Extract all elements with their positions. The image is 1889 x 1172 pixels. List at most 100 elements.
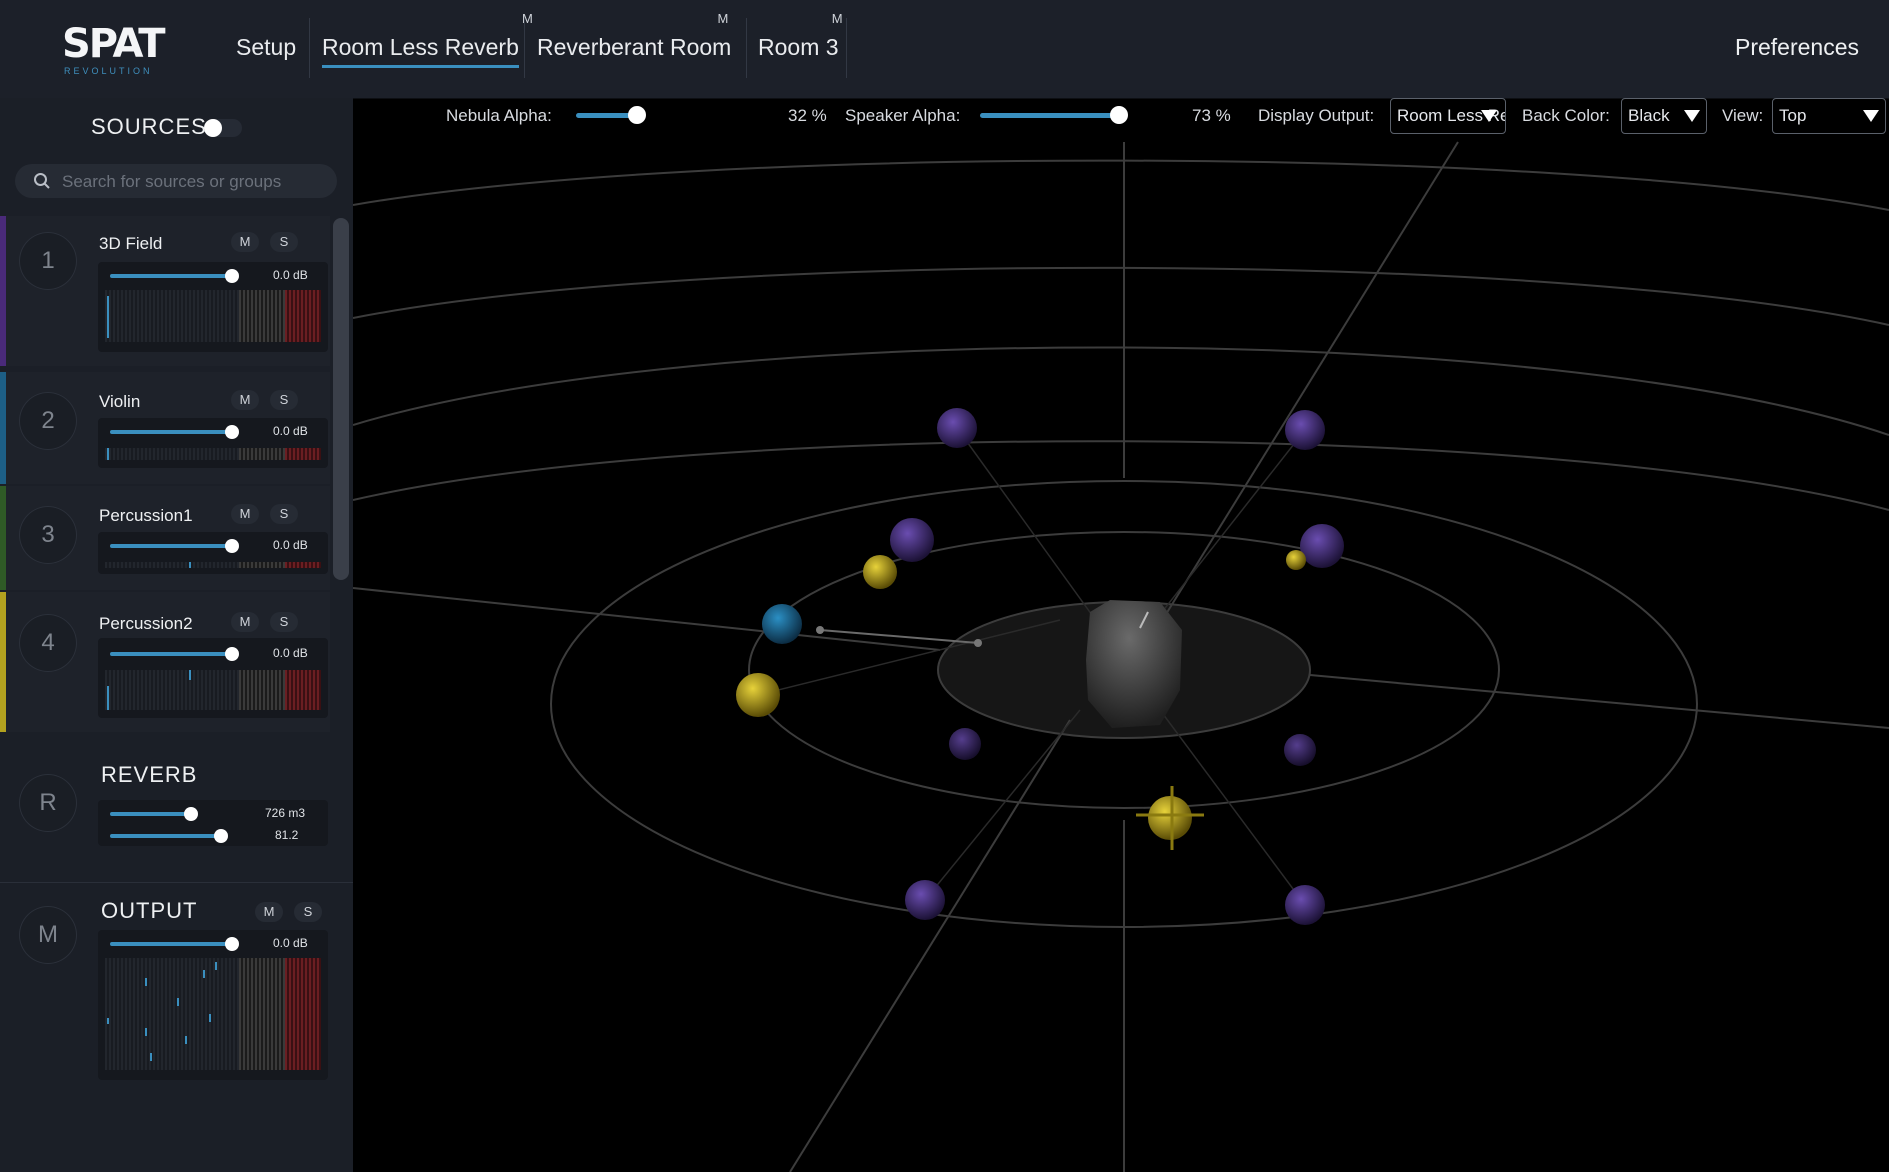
- mute-button[interactable]: M: [231, 232, 259, 252]
- level-meter: [105, 290, 321, 342]
- gain-slider-thumb[interactable]: [225, 539, 239, 553]
- output-gain-thumb[interactable]: [225, 937, 239, 951]
- source-color-strip: [0, 592, 6, 732]
- output-section: M OUTPUT M S 0.0 dB: [0, 884, 330, 1172]
- source-item-percussion1[interactable]: 3 Percussion1 M S 0.0 dB: [0, 486, 330, 590]
- speaker-icon[interactable]: [949, 728, 981, 760]
- tab-label: Room 3: [758, 34, 839, 60]
- solo-button[interactable]: S: [270, 504, 298, 524]
- speaker-icon[interactable]: [1285, 410, 1325, 450]
- source-violin-icon[interactable]: [762, 604, 802, 644]
- source-item-percussion2[interactable]: 4 Percussion2 M S 0.0 dB: [0, 592, 330, 732]
- gain-value: 0.0 dB: [273, 424, 308, 438]
- reverb-title: REVERB: [101, 762, 198, 787]
- grid-arc: [353, 346, 1889, 436]
- solo-button[interactable]: S: [270, 612, 298, 632]
- gain-slider-thumb[interactable]: [225, 269, 239, 283]
- tab-divider: [846, 18, 847, 78]
- gain-slider-thumb[interactable]: [225, 425, 239, 439]
- meter-signal: [107, 1018, 109, 1024]
- gain-slider[interactable]: [110, 430, 230, 434]
- spatial-3d-viewport[interactable]: [353, 98, 1889, 1172]
- meter-signal: [203, 970, 205, 978]
- room-volume-value: 726 m3: [265, 806, 306, 820]
- logo-subtext: REVOLUTION: [64, 66, 153, 76]
- tab-mute-badge: M: [717, 11, 729, 26]
- spat-logo: SPAT REVOLUTION: [60, 22, 166, 78]
- source-handle[interactable]: [974, 639, 982, 647]
- meter-signal: [150, 1053, 152, 1061]
- source-item-violin[interactable]: 2 Violin M S 0.0 dB: [0, 372, 330, 484]
- output-level-panel: 0.0 dB: [98, 930, 328, 1080]
- grid-arc: [353, 266, 1889, 326]
- room-volume-slider[interactable]: [110, 812, 190, 816]
- source-number: 4: [19, 614, 77, 672]
- source-color-strip: [0, 372, 6, 484]
- source-percussion2-icon[interactable]: [736, 673, 780, 717]
- reverb-panel: 726 m3 81.2: [98, 800, 328, 846]
- meter-signal: [215, 962, 217, 970]
- reverb-density-thumb[interactable]: [214, 829, 228, 843]
- output-badge: M: [19, 906, 77, 964]
- solo-button[interactable]: S: [270, 390, 298, 410]
- toggle-knob: [204, 119, 222, 137]
- search-box[interactable]: [15, 164, 337, 198]
- output-gain-slider[interactable]: [110, 942, 230, 946]
- tab-label: Reverberant Room: [537, 34, 732, 60]
- tab-divider: [309, 18, 310, 78]
- search-icon: [34, 173, 50, 189]
- speaker-icon[interactable]: [937, 408, 977, 448]
- source-name: 3D Field: [99, 234, 163, 253]
- mute-button[interactable]: M: [231, 390, 259, 410]
- meter-signal: [107, 448, 109, 460]
- speaker-icon[interactable]: [1300, 524, 1344, 568]
- sources-toggle[interactable]: [204, 119, 242, 137]
- output-solo-button[interactable]: S: [294, 902, 322, 922]
- speaker-icon[interactable]: [905, 880, 945, 920]
- search-input[interactable]: [60, 168, 324, 196]
- sources-title: SOURCES: [91, 114, 207, 139]
- gain-slider[interactable]: [110, 544, 230, 548]
- meter-signal: [185, 1036, 187, 1044]
- preferences-button[interactable]: Preferences: [1735, 30, 1859, 64]
- speaker-icon[interactable]: [1285, 885, 1325, 925]
- gain-slider-thumb[interactable]: [225, 647, 239, 661]
- meter-signal: [145, 978, 147, 986]
- meter-clip-zone: [285, 290, 321, 342]
- room-volume-thumb[interactable]: [184, 807, 198, 821]
- source-handle[interactable]: [816, 626, 824, 634]
- solo-button[interactable]: S: [270, 232, 298, 252]
- reverb-badge: R: [19, 774, 77, 832]
- gain-slider[interactable]: [110, 274, 230, 278]
- source-name: Percussion1: [99, 506, 193, 525]
- tab-reverberant-room[interactable]: Reverberant Room M: [537, 11, 732, 70]
- meter-signal: [189, 670, 191, 680]
- source-color-strip: [0, 216, 6, 366]
- source-item-3d-field[interactable]: 1 3D Field M S 0.0 dB: [0, 216, 330, 366]
- source-level-panel: 0.0 dB: [98, 418, 328, 468]
- mute-button[interactable]: M: [231, 504, 259, 524]
- meter-signal: [177, 998, 179, 1006]
- tab-setup[interactable]: Setup: [236, 30, 296, 70]
- output-mute-button[interactable]: M: [255, 902, 283, 922]
- output-level-meter: [105, 958, 321, 1070]
- source-percussion-icon[interactable]: [1286, 550, 1306, 570]
- gain-slider[interactable]: [110, 652, 230, 656]
- tab-divider: [524, 18, 525, 78]
- speaker-icon[interactable]: [890, 518, 934, 562]
- output-gain-value: 0.0 dB: [273, 936, 308, 950]
- source-number: 3: [19, 506, 77, 564]
- mute-button[interactable]: M: [231, 612, 259, 632]
- speaker-icon[interactable]: [1284, 734, 1316, 766]
- source-percussion-icon[interactable]: [1148, 796, 1192, 840]
- reverb-density-slider[interactable]: [110, 834, 220, 838]
- tab-label: Setup: [236, 34, 297, 60]
- source-name: Violin: [99, 392, 141, 411]
- tab-room-3[interactable]: Room 3 M: [758, 11, 843, 70]
- tab-room-less-reverb[interactable]: Room Less Reverb M: [322, 11, 533, 70]
- top-bar: SPAT REVOLUTION Setup Room Less Reverb M…: [0, 0, 1889, 99]
- sources-scrollbar[interactable]: [333, 218, 349, 580]
- source-percussion-icon[interactable]: [863, 555, 897, 589]
- reverb-section: R REVERB 726 m3 81.2: [0, 738, 330, 876]
- meter-clip-zone: [285, 562, 321, 568]
